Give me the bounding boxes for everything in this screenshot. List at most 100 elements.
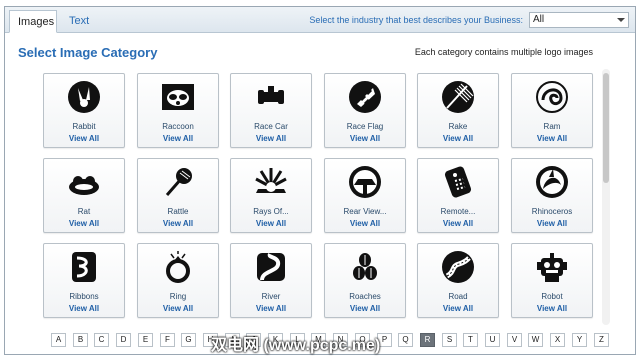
category-name: Rabbit <box>72 122 96 131</box>
view-all-link[interactable]: View All <box>231 219 311 228</box>
letter-button[interactable]: U <box>485 333 500 347</box>
letter-button[interactable]: W <box>528 333 543 347</box>
rhinoceros-icon <box>535 165 569 199</box>
category-name: Rays Of... <box>253 207 289 216</box>
category-name: Road <box>448 292 468 301</box>
letter-button[interactable]: Z <box>594 333 609 347</box>
industry-label: Select the industry that best describes … <box>309 15 523 25</box>
category-name: Rhinoceros <box>531 207 573 216</box>
category-name: Remote... <box>440 207 476 216</box>
category-tile[interactable]: Roaches View All <box>324 243 406 318</box>
tab-text[interactable]: Text <box>61 10 95 33</box>
letter-button[interactable]: T <box>463 333 478 347</box>
letter-button[interactable]: Q <box>398 333 413 347</box>
view-all-link[interactable]: View All <box>512 304 592 313</box>
view-all-link[interactable]: View All <box>325 304 405 313</box>
raccoon-icon <box>161 80 195 114</box>
view-all-link[interactable]: View All <box>418 134 498 143</box>
ring-icon <box>161 250 195 284</box>
rays-icon <box>254 165 288 199</box>
category-name: Race Flag <box>346 122 384 131</box>
category-name: Rattle <box>167 207 189 216</box>
category-tile[interactable]: Race Flag View All <box>324 73 406 148</box>
view-all-link[interactable]: View All <box>512 134 592 143</box>
ram-icon <box>535 80 569 114</box>
view-all-link[interactable]: View All <box>44 134 124 143</box>
rake-icon <box>441 80 475 114</box>
letter-button[interactable]: A <box>51 333 66 347</box>
category-tile[interactable]: River View All <box>230 243 312 318</box>
category-name: Rat <box>77 207 91 216</box>
category-name: Ram <box>543 122 561 131</box>
category-name: Rear View... <box>343 207 387 216</box>
view-all-link[interactable]: View All <box>231 134 311 143</box>
category-name: Race Car <box>254 122 288 131</box>
view-all-link[interactable]: View All <box>512 219 592 228</box>
chevron-down-icon <box>617 18 625 22</box>
category-name: Rake <box>448 122 468 131</box>
category-name: Ribbons <box>69 292 99 301</box>
category-tile[interactable]: Robot View All <box>511 243 593 318</box>
category-name: Robot <box>541 292 563 301</box>
letter-button[interactable]: B <box>73 333 88 347</box>
view-all-link[interactable]: View All <box>231 304 311 313</box>
category-tile[interactable]: Road View All <box>417 243 499 318</box>
category-tile[interactable]: Ribbons View All <box>43 243 125 318</box>
tab-bar: Images Text Select the industry that bes… <box>5 7 635 33</box>
letter-button[interactable]: F <box>160 333 175 347</box>
remote-icon <box>441 165 475 199</box>
view-all-link[interactable]: View All <box>138 219 218 228</box>
category-tile[interactable]: Rabbit View All <box>43 73 125 148</box>
letter-button[interactable]: E <box>138 333 153 347</box>
category-tile[interactable]: Race Car View All <box>230 73 312 148</box>
letter-button[interactable]: X <box>550 333 565 347</box>
category-tile[interactable]: Rattle View All <box>137 158 219 233</box>
category-tile[interactable]: Ring View All <box>137 243 219 318</box>
watermark: 双电网 (www.pcpc.me) <box>211 337 381 354</box>
road-icon <box>441 250 475 284</box>
view-all-link[interactable]: View All <box>418 219 498 228</box>
category-note: Each category contains multiple logo ima… <box>414 47 593 57</box>
letter-button[interactable]: Y <box>572 333 587 347</box>
roaches-icon <box>348 250 382 284</box>
river-icon <box>254 250 288 284</box>
category-name: River <box>261 292 281 301</box>
view-all-link[interactable]: View All <box>44 304 124 313</box>
category-tile[interactable]: Raccoon View All <box>137 73 219 148</box>
view-all-link[interactable]: View All <box>325 219 405 228</box>
category-grid: Rabbit View All Raccoon View All Race Car Vie… <box>43 73 599 325</box>
category-tile[interactable]: Rat View All <box>43 158 125 233</box>
letter-button[interactable]: R <box>420 333 435 347</box>
robot-icon <box>535 250 569 284</box>
category-name: Ring <box>169 292 187 301</box>
letter-button[interactable]: D <box>116 333 131 347</box>
ribbons-icon <box>67 250 101 284</box>
race-car-icon <box>254 80 288 114</box>
industry-select-value: All <box>533 14 545 25</box>
page-title: Select Image Category <box>18 45 158 60</box>
category-tile[interactable]: Ram View All <box>511 73 593 148</box>
category-name: Raccoon <box>162 122 194 131</box>
rat-icon <box>67 165 101 199</box>
rabbit-icon <box>67 80 101 114</box>
letter-button[interactable]: G <box>181 333 196 347</box>
category-tile[interactable]: Remote... View All <box>417 158 499 233</box>
letter-button[interactable]: C <box>94 333 109 347</box>
letter-button[interactable]: S <box>442 333 457 347</box>
category-name: Roaches <box>349 292 381 301</box>
category-tile[interactable]: Rake View All <box>417 73 499 148</box>
rattle-icon <box>161 165 195 199</box>
category-tile[interactable]: Rhinoceros View All <box>511 158 593 233</box>
scrollbar-thumb[interactable] <box>603 73 609 183</box>
view-all-link[interactable]: View All <box>138 304 218 313</box>
category-tile[interactable]: Rays Of... View All <box>230 158 312 233</box>
race-flag-icon <box>348 80 382 114</box>
view-all-link[interactable]: View All <box>418 304 498 313</box>
letter-button[interactable]: V <box>507 333 522 347</box>
industry-select[interactable]: All <box>529 12 629 28</box>
view-all-link[interactable]: View All <box>325 134 405 143</box>
view-all-link[interactable]: View All <box>44 219 124 228</box>
view-all-link[interactable]: View All <box>138 134 218 143</box>
tab-images[interactable]: Images <box>9 10 57 33</box>
category-tile[interactable]: Rear View... View All <box>324 158 406 233</box>
